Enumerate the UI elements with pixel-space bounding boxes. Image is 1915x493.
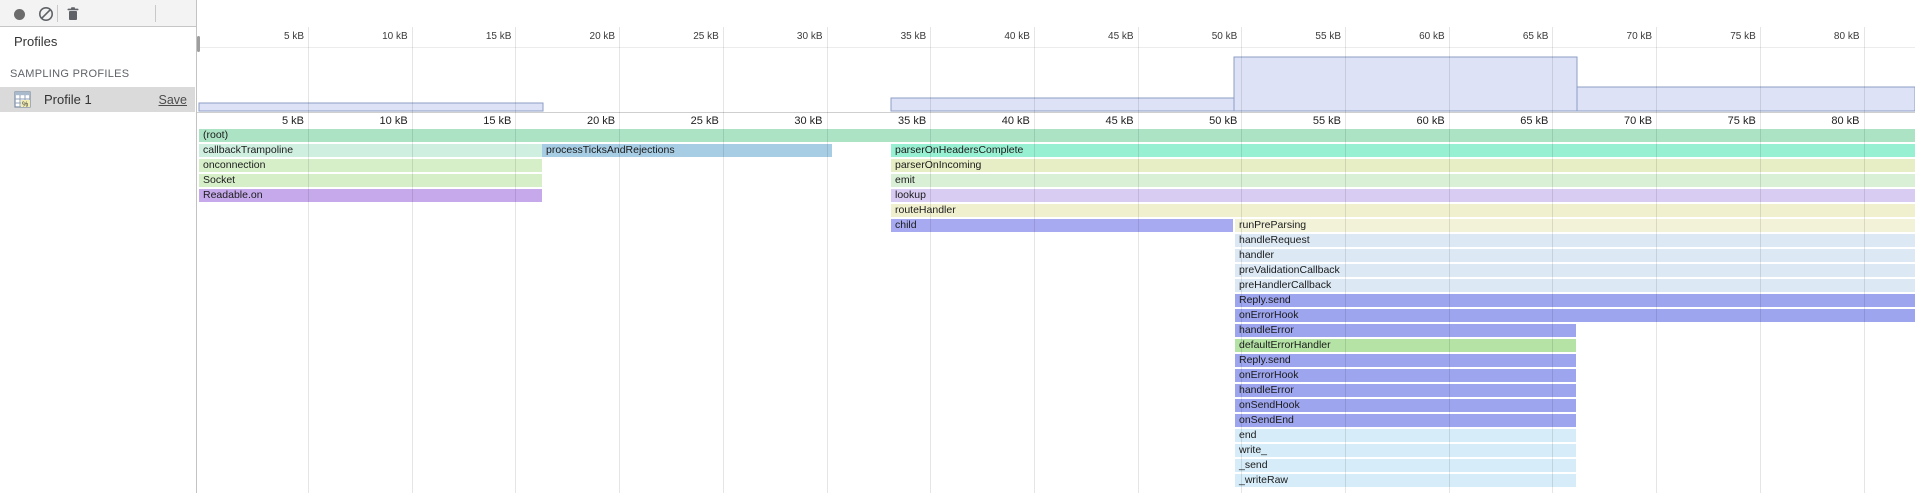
ruler-tick-label: 45 kB	[1062, 115, 1134, 127]
flame-bar-onconnection[interactable]: onconnection	[199, 159, 542, 172]
flame-bar-preValidationCallback[interactable]: preValidationCallback	[1235, 264, 1915, 277]
ruler-tick-label: 5 kB	[232, 115, 304, 127]
flame-bar-(root)[interactable]: (root)	[199, 129, 1915, 142]
ruler-tick-label: 25 kB	[647, 115, 719, 127]
save-profile-link[interactable]: Save	[159, 93, 188, 107]
overview-size-ruler: 5 kB 10 kB 15 kB 20 kB 25 kB 30 kB 35 kB 40 kB 4…	[197, 27, 1915, 48]
ruler-tick-label: 20 kB	[543, 31, 615, 42]
flame-bar-parserOnHeadersComplete[interactable]: parserOnHeadersComplete	[891, 144, 1915, 157]
flame-bar-end[interactable]: end	[1235, 429, 1576, 442]
flame-bar-preHandlerCallback[interactable]: preHandlerCallback	[1235, 279, 1915, 292]
ruler-tick-label: 40 kB	[958, 115, 1030, 127]
flame-bar-Reply.send[interactable]: Reply.send	[1235, 354, 1576, 367]
toolbar-separator	[57, 5, 58, 22]
flame-bar-write_[interactable]: write_	[1235, 444, 1576, 457]
flame-bar-_send[interactable]: _send	[1235, 459, 1576, 472]
flame-bar-Reply.send[interactable]: Reply.send	[1235, 294, 1915, 307]
ruler-tick-label: 70 kB	[1580, 31, 1652, 42]
ruler-tick-label: 60 kB	[1373, 115, 1445, 127]
ruler-tick-label: 75 kB	[1684, 31, 1756, 42]
trash-icon	[64, 5, 82, 23]
flame-bar-onErrorHook[interactable]: onErrorHook	[1235, 309, 1915, 322]
ruler-tick-label: 15 kB	[439, 115, 511, 127]
ruler-tick-label: 35 kB	[854, 115, 926, 127]
ruler-tick-label: 50 kB	[1165, 31, 1237, 42]
ruler-tick-label: 75 kB	[1684, 115, 1756, 127]
ruler-tick-label: 15 kB	[439, 31, 511, 42]
ruler-tick-label: 45 kB	[1062, 31, 1134, 42]
ruler-tick-label: 70 kB	[1580, 115, 1652, 127]
ruler-tick-label: 65 kB	[1476, 115, 1548, 127]
ruler-tick-label: 35 kB	[854, 31, 926, 42]
overview-memory-segment[interactable]	[891, 98, 1234, 111]
flame-bar-child[interactable]: child	[891, 219, 1233, 232]
flame-bar-onErrorHook[interactable]: onErrorHook	[1235, 369, 1576, 382]
ruler-tick-label: 80 kB	[1788, 31, 1860, 42]
flame-bar-onSendEnd[interactable]: onSendEnd	[1235, 414, 1576, 427]
flame-bar-lookup[interactable]: lookup	[891, 189, 1915, 202]
clear-profiles-button[interactable]	[37, 5, 55, 23]
ruler-tick-label: 55 kB	[1269, 115, 1341, 127]
overview-memory-segment[interactable]	[1577, 87, 1915, 111]
flame-bar-callbackTrampoline[interactable]: callbackTrampoline	[199, 144, 542, 157]
flame-bar-runPreParsing[interactable]: runPreParsing	[1235, 219, 1915, 232]
flame-bar-routeHandler[interactable]: routeHandler	[891, 204, 1915, 217]
ruler-tick-label: 50 kB	[1165, 115, 1237, 127]
overview-memory-segment[interactable]	[1234, 57, 1577, 111]
sidebar-item-profile-1[interactable]: % Profile 1 Save	[0, 87, 195, 112]
allocation-flame-chart: (root) callbackTrampolineprocessTicksAndR…	[197, 128, 1915, 493]
record-button[interactable]	[14, 9, 25, 20]
profile-name: Profile 1	[44, 92, 92, 107]
flame-bar-handleError[interactable]: handleError	[1235, 384, 1576, 397]
ruler-tick-label: 65 kB	[1476, 31, 1548, 42]
sidebar-title: Profiles	[14, 34, 57, 49]
memory-overview-graph[interactable]	[197, 47, 1915, 112]
flame-bar-handleRequest[interactable]: handleRequest	[1235, 234, 1915, 247]
flame-bar-defaultErrorHandler[interactable]: defaultErrorHandler	[1235, 339, 1576, 352]
flame-bar-Socket[interactable]: Socket	[199, 174, 542, 187]
flamechart-size-ruler: 5 kB 10 kB 15 kB 20 kB 25 kB 30 kB 35 kB 40 kB 4…	[197, 112, 1915, 128]
toolbar-pane-separator	[155, 5, 156, 22]
profiles-sidebar: Profiles SAMPLING PROFILES % Profile 1 S…	[0, 27, 195, 493]
flame-bar-parserOnIncoming[interactable]: parserOnIncoming	[891, 159, 1915, 172]
ruler-tick-label: 25 kB	[647, 31, 719, 42]
flame-bar-onSendHook[interactable]: onSendHook	[1235, 399, 1576, 412]
ruler-tick-label: 40 kB	[958, 31, 1030, 42]
ruler-tick-label: 30 kB	[751, 31, 823, 42]
flame-bar-processTicksAndRejections[interactable]: processTicksAndRejections	[542, 144, 832, 157]
flame-bar-handler[interactable]: handler	[1235, 249, 1915, 262]
profile-table-icon: %	[14, 91, 31, 108]
ruler-tick-label: 10 kB	[336, 115, 408, 127]
ruler-tick-label: 20 kB	[543, 115, 615, 127]
sampling-chart-pane: 5 kB 10 kB 15 kB 20 kB 25 kB 30 kB 35 kB 40 kB 4…	[196, 0, 1915, 493]
delete-profile-button[interactable]	[64, 5, 82, 23]
flame-bar-handleError[interactable]: handleError	[1235, 324, 1576, 337]
overview-memory-segment[interactable]	[199, 103, 543, 111]
ruler-tick-label: 60 kB	[1373, 31, 1445, 42]
ruler-tick-label: 55 kB	[1269, 31, 1341, 42]
flame-bar-_writeRaw[interactable]: _writeRaw	[1235, 474, 1576, 487]
svg-text:%: %	[22, 102, 28, 109]
flame-bar-Readable.on[interactable]: Readable.on	[199, 189, 542, 202]
ruler-tick-label: 80 kB	[1788, 115, 1860, 127]
ruler-tick-label: 5 kB	[232, 31, 304, 42]
overview-scrollbar-thumb[interactable]	[197, 36, 200, 52]
ruler-tick-label: 10 kB	[336, 31, 408, 42]
ruler-tick-label: 30 kB	[751, 115, 823, 127]
clear-icon	[37, 5, 55, 23]
sampling-profiles-section-label: SAMPLING PROFILES	[10, 68, 129, 80]
flame-bar-emit[interactable]: emit	[891, 174, 1915, 187]
